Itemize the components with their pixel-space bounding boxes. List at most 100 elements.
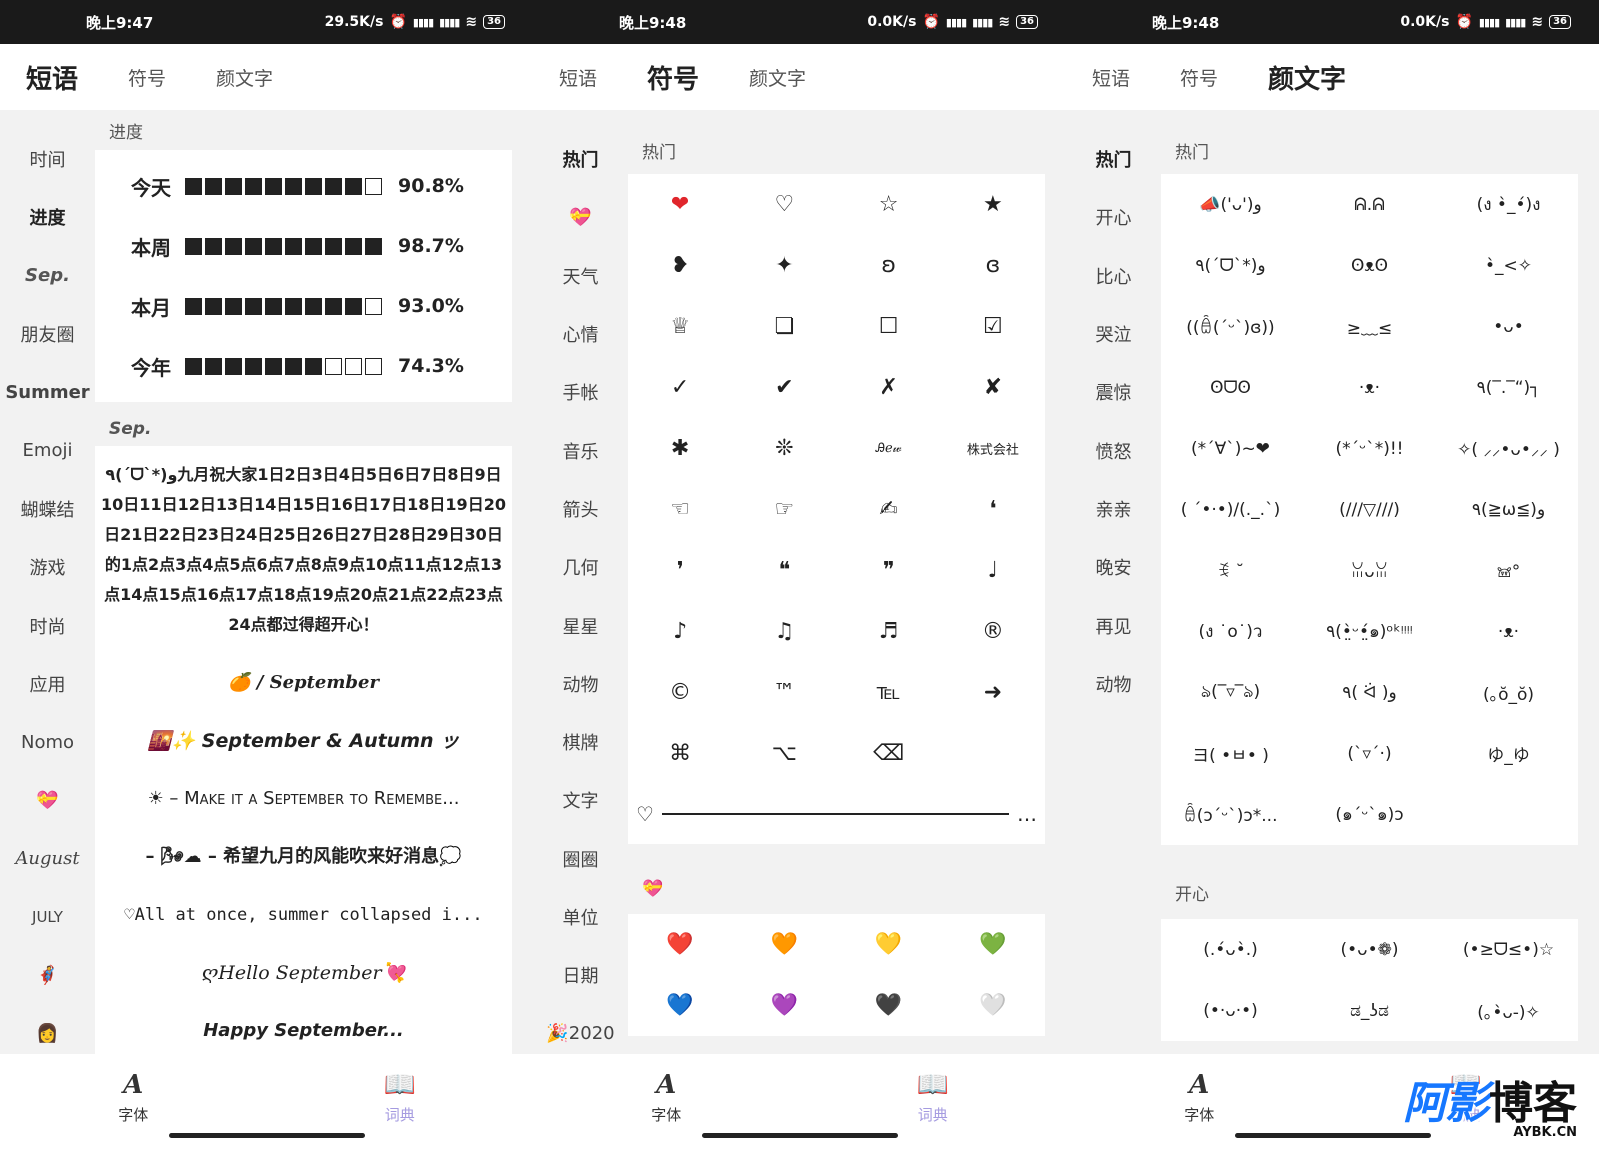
- progress-row[interactable]: 今年 74.3%: [95, 336, 512, 396]
- symbol-item[interactable]: ✓: [628, 357, 732, 418]
- kaomoji-item[interactable]: ঌ(‾▿‾ঌ): [1161, 662, 1300, 723]
- symbol-item[interactable]: 株式会社: [941, 418, 1045, 479]
- sidebar-item-time[interactable]: 时间: [0, 130, 95, 188]
- phrase-item[interactable]: 🌇✨ September & Autumn ッ: [95, 712, 512, 770]
- symbol-item[interactable]: ♡: [732, 174, 836, 235]
- kaomoji-item[interactable]: •ᴗ•: [1439, 296, 1578, 357]
- kaomoji-item[interactable]: (•·ᴗ·•): [1161, 980, 1300, 1041]
- symbol-item[interactable]: ❞: [837, 540, 941, 601]
- sidebar-item-emoji[interactable]: Emoji: [0, 421, 95, 479]
- symbol-item[interactable]: ™: [732, 662, 836, 723]
- kaomoji-item[interactable]: 𖠌°: [1439, 540, 1578, 601]
- sidebar-item[interactable]: 箭头: [533, 480, 628, 538]
- kaomoji-item[interactable]: ʘᗜʘ: [1161, 357, 1300, 418]
- tab-phrases[interactable]: 短语: [1092, 64, 1130, 91]
- nav-dictionary-button[interactable]: 📖 词典: [800, 1054, 1067, 1156]
- symbol-item[interactable]: ®: [941, 601, 1045, 662]
- sidebar-item-heart-emoji[interactable]: 💝: [0, 771, 95, 829]
- heart-item[interactable]: 💛: [837, 914, 941, 975]
- symbol-item[interactable]: ☑: [941, 296, 1045, 357]
- symbol-item[interactable]: ☞: [732, 479, 836, 540]
- sidebar-item[interactable]: 日期: [533, 946, 628, 1004]
- symbol-item[interactable]: ❥: [628, 235, 732, 296]
- sidebar-item[interactable]: 动物: [533, 655, 628, 713]
- sidebar-item-bow[interactable]: 蝴蝶结: [0, 480, 95, 538]
- kaomoji-item[interactable]: ·ᴥ·: [1439, 601, 1578, 662]
- sidebar-item-summer[interactable]: Summer: [0, 363, 95, 421]
- home-indicator[interactable]: [168, 1133, 365, 1138]
- symbol-item[interactable]: ♩: [941, 540, 1045, 601]
- tab-phrases[interactable]: 短语: [26, 59, 79, 96]
- symbol-item[interactable]: ♬: [837, 601, 941, 662]
- symbol-item[interactable]: ©: [628, 662, 732, 723]
- sidebar-item-nomo[interactable]: Nomo: [0, 713, 95, 771]
- sidebar-item[interactable]: 开心: [1066, 188, 1161, 246]
- phrase-item[interactable]: ♡All at once, summer collapsed i...: [95, 886, 512, 944]
- kaomoji-item[interactable]: •̀_<✧: [1439, 235, 1578, 296]
- kaomoji-item[interactable]: ٩(•̤̀ᵕ•̤́๑)ᵒᵏᵎᵎᵎᵎ: [1300, 601, 1439, 662]
- symbol-item[interactable]: ʚ: [837, 235, 941, 296]
- tab-kaomoji[interactable]: 颜文字: [1268, 59, 1347, 96]
- symbol-item[interactable]: ❛: [941, 479, 1045, 540]
- phrase-item[interactable]: ☀ – Make it a September to Remembe...: [95, 770, 512, 828]
- kaomoji-item[interactable]: ヨ( •ㅂ• ): [1161, 723, 1300, 784]
- symbol-item[interactable]: ❜: [628, 540, 732, 601]
- kaomoji-item[interactable]: ٩(≧ω≦)و: [1439, 479, 1578, 540]
- sidebar-item-fashion[interactable]: 时尚: [0, 596, 95, 654]
- symbol-item[interactable]: ☆: [837, 174, 941, 235]
- kaomoji-item[interactable]: (///▽///): [1300, 479, 1439, 540]
- sidebar-item[interactable]: 几何: [533, 538, 628, 596]
- tab-symbols[interactable]: 符号: [128, 64, 166, 91]
- sidebar-item[interactable]: 热门: [533, 130, 628, 188]
- sidebar-item[interactable]: 亲亲: [1066, 480, 1161, 538]
- kaomoji-item[interactable]: ✧( ⸝⸝•ᴗ•⸝⸝ ): [1439, 418, 1578, 479]
- kaomoji-item[interactable]: ʘᴥʘ: [1300, 235, 1439, 296]
- symbol-item[interactable]: ✱: [628, 418, 732, 479]
- sidebar-item[interactable]: 手帐: [533, 363, 628, 421]
- symbol-item[interactable]: ☐: [837, 296, 941, 357]
- sidebar-item[interactable]: 比心: [1066, 247, 1161, 305]
- symbol-item[interactable]: ☜: [628, 479, 732, 540]
- kaomoji-item[interactable]: (ง •̀_•́)ง: [1439, 174, 1578, 235]
- kaomoji-item[interactable]: ·ᴥ·: [1300, 357, 1439, 418]
- kaomoji-item[interactable]: ಡ_ʖಡ: [1300, 980, 1439, 1041]
- sidebar-item[interactable]: 哭泣: [1066, 305, 1161, 363]
- symbol-item[interactable]: ✘: [941, 357, 1045, 418]
- sidebar-item[interactable]: 动物: [1066, 655, 1161, 713]
- symbol-item[interactable]: ✔: [732, 357, 836, 418]
- kaomoji-item[interactable]: ٩(‾.‾“)┐: [1439, 357, 1578, 418]
- symbol-item[interactable]: ✍: [837, 479, 941, 540]
- kaomoji-item[interactable]: (ง ˙o˙)ว: [1161, 601, 1300, 662]
- kaomoji-item[interactable]: ꉂ ˘: [1161, 540, 1300, 601]
- sidebar-item-game[interactable]: 游戏: [0, 538, 95, 596]
- phrase-item[interactable]: Happy September...: [95, 1002, 512, 1054]
- kaomoji-item[interactable]: (๑ˊᵕˋ๑)ɔ: [1300, 784, 1439, 845]
- sidebar-item-sep[interactable]: Sep.: [0, 247, 95, 305]
- symbol-item[interactable]: ⌥: [732, 723, 836, 784]
- sidebar-item[interactable]: 天气: [533, 247, 628, 305]
- kaomoji-item[interactable]: ᕱ.ᕱ: [1300, 174, 1439, 235]
- kaomoji-item[interactable]: ≥﹏≤: [1300, 296, 1439, 357]
- heart-item[interactable]: 💜: [732, 975, 836, 1036]
- tab-kaomoji[interactable]: 颜文字: [216, 64, 273, 91]
- heart-item[interactable]: 🧡: [732, 914, 836, 975]
- sidebar-item-july[interactable]: JULY: [0, 888, 95, 946]
- sidebar-item[interactable]: 文字: [533, 771, 628, 829]
- tab-symbols[interactable]: 符号: [647, 59, 700, 96]
- sidebar-item[interactable]: 热门: [1066, 130, 1161, 188]
- sidebar-item-august[interactable]: August: [0, 830, 95, 888]
- kaomoji-item[interactable]: ゆ_ゆ: [1439, 723, 1578, 784]
- symbol-item[interactable]: ✗: [837, 357, 941, 418]
- kaomoji-item[interactable]: (•ᴗ•❁): [1300, 919, 1439, 980]
- tab-phrases[interactable]: 短语: [559, 64, 597, 91]
- progress-row[interactable]: 本月 93.0%: [95, 276, 512, 336]
- sidebar-item[interactable]: 音乐: [533, 421, 628, 479]
- sidebar-item-moments[interactable]: 朋友圈: [0, 305, 95, 363]
- sidebar-item[interactable]: 晚安: [1066, 538, 1161, 596]
- symbol-item[interactable]: ❤: [628, 174, 732, 235]
- kaomoji-item[interactable]: 📣('ᴗ')و: [1161, 174, 1300, 235]
- sidebar-item[interactable]: 心情: [533, 305, 628, 363]
- sidebar-item-app[interactable]: 应用: [0, 655, 95, 713]
- symbol-item[interactable]: ★: [941, 174, 1045, 235]
- kaomoji-item[interactable]: (*ˊᵕˋ*)!!: [1300, 418, 1439, 479]
